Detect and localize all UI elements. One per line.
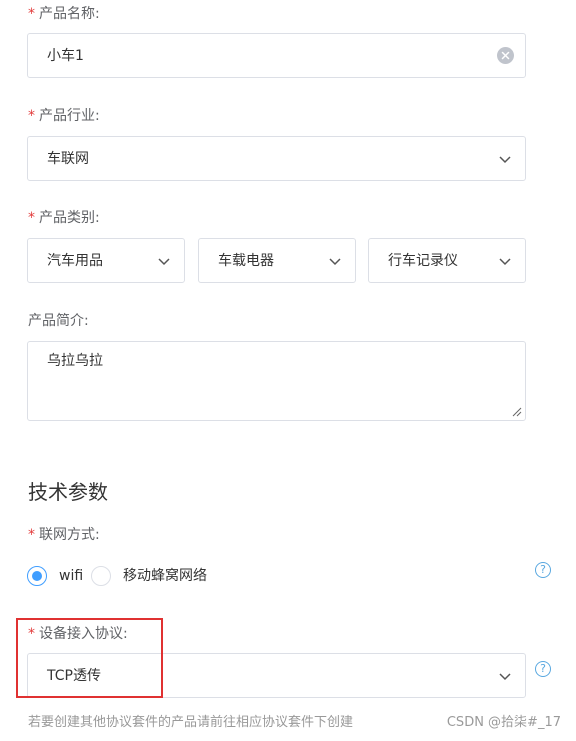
radio-wifi[interactable]	[27, 566, 47, 586]
product-name-label: * 产品名称:	[28, 6, 100, 22]
category-value-1: 汽车用品	[47, 253, 103, 269]
help-icon[interactable]: ?	[535, 562, 551, 578]
protocol-hint: 若要创建其他协议套件的产品请前往相应协议套件下创建	[28, 715, 354, 730]
required-mark: *	[28, 6, 35, 22]
category-select-1[interactable]: 汽车用品	[27, 238, 185, 283]
help-icon[interactable]: ?	[535, 661, 551, 677]
resize-handle-icon[interactable]	[512, 407, 522, 417]
product-name-value: 小车1	[47, 48, 84, 64]
category-label: * 产品类别:	[28, 210, 100, 226]
section-title: 技术参数	[28, 480, 108, 504]
category-select-2[interactable]: 车载电器	[198, 238, 356, 283]
description-label: 产品简介:	[28, 313, 89, 329]
category-value-3: 行车记录仪	[388, 253, 458, 269]
radio-label-cellular[interactable]: 移动蜂窝网络	[123, 566, 207, 586]
description-value: 乌拉乌拉	[47, 353, 103, 369]
clear-icon[interactable]	[497, 47, 514, 64]
required-mark: *	[28, 210, 35, 226]
product-name-input[interactable]: 小车1	[27, 33, 526, 78]
required-mark: *	[28, 108, 35, 124]
industry-select[interactable]: 车联网	[27, 136, 526, 181]
category-select-3[interactable]: 行车记录仪	[368, 238, 526, 283]
radio-label-wifi[interactable]: wifi	[59, 566, 83, 586]
chevron-down-icon	[158, 258, 170, 266]
watermark: CSDN @拾柒#_17	[446, 715, 561, 730]
chevron-down-icon	[499, 258, 511, 266]
description-textarea[interactable]: 乌拉乌拉	[27, 341, 526, 421]
category-value-2: 车载电器	[218, 253, 274, 269]
required-mark: *	[28, 527, 35, 543]
chevron-down-icon	[329, 258, 341, 266]
highlight-box	[16, 618, 163, 698]
network-label: * 联网方式:	[28, 527, 100, 543]
radio-cellular[interactable]	[91, 566, 111, 586]
chevron-down-icon	[499, 156, 511, 164]
industry-label: * 产品行业:	[28, 108, 100, 124]
chevron-down-icon	[499, 673, 511, 681]
industry-value: 车联网	[47, 151, 89, 167]
